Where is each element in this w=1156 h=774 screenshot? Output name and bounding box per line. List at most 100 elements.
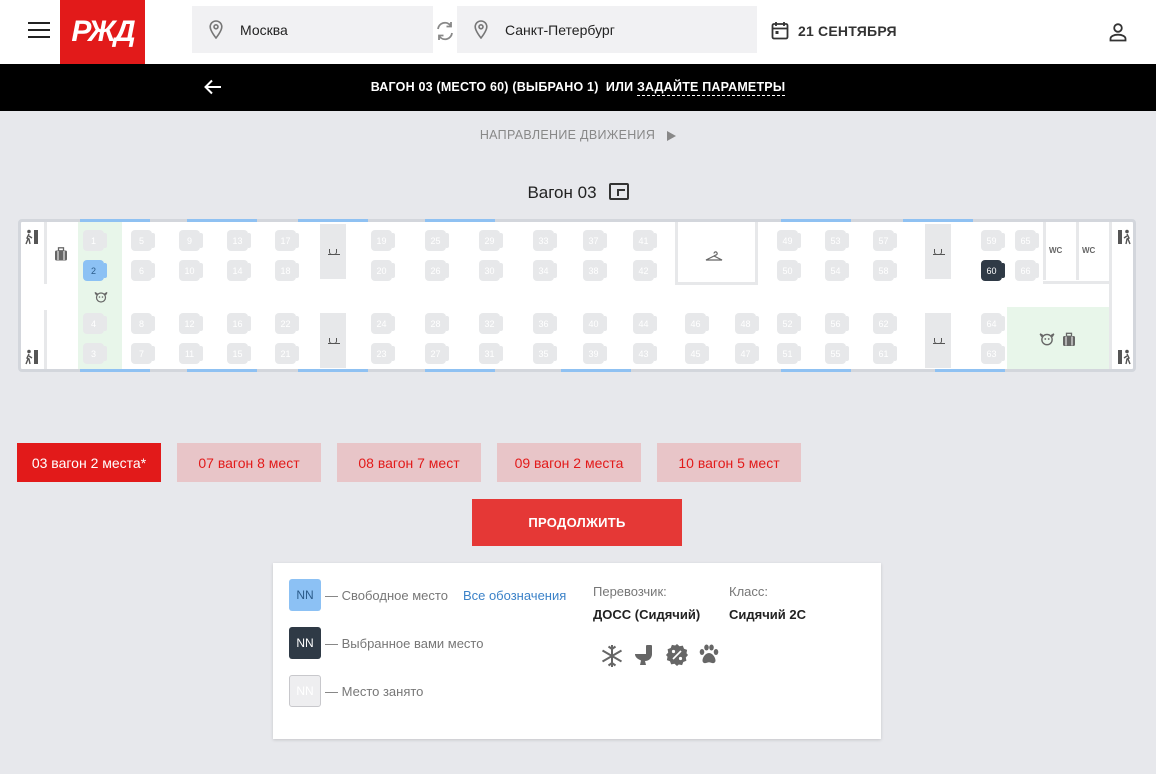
seat-40[interactable]: 40	[583, 313, 607, 334]
seat-47[interactable]: 47	[735, 343, 759, 364]
seat-34[interactable]: 34	[533, 260, 557, 281]
direction-arrow-icon	[667, 130, 677, 141]
seat-2[interactable]: 2	[83, 260, 107, 281]
seat-52[interactable]: 52	[777, 313, 801, 334]
seat-26[interactable]: 26	[425, 260, 449, 281]
seat-33[interactable]: 33	[533, 230, 557, 251]
pet-paw-icon	[698, 643, 720, 670]
seat-43[interactable]: 43	[633, 343, 657, 364]
seat-37[interactable]: 37	[583, 230, 607, 251]
seat-59[interactable]: 59	[981, 230, 1005, 251]
seat-32[interactable]: 32	[479, 313, 503, 334]
seat-9[interactable]: 9	[179, 230, 203, 251]
seat-49[interactable]: 49	[777, 230, 801, 251]
all-symbols-link[interactable]: Все обозначения	[463, 588, 566, 603]
to-station-field[interactable]: Санкт-Петербург	[457, 6, 757, 53]
seat-1[interactable]: 1	[83, 230, 107, 251]
seat-23[interactable]: 23	[371, 343, 395, 364]
seat-12[interactable]: 12	[179, 313, 203, 334]
menu-icon[interactable]	[28, 22, 50, 40]
seat-66[interactable]: 66	[1015, 260, 1039, 281]
location-pin-icon	[457, 20, 505, 39]
seat-36[interactable]: 36	[533, 313, 557, 334]
seat-15[interactable]: 15	[227, 343, 251, 364]
seat-17[interactable]: 17	[275, 230, 299, 251]
seat-24[interactable]: 24	[371, 313, 395, 334]
seat-58[interactable]: 58	[873, 260, 897, 281]
rzd-logo[interactable]: РЖД	[60, 0, 145, 64]
seat-48[interactable]: 48	[735, 313, 759, 334]
seat-35[interactable]: 35	[533, 343, 557, 364]
seat-60[interactable]: 60	[981, 260, 1005, 281]
seat-62[interactable]: 62	[873, 313, 897, 334]
seat-19[interactable]: 19	[371, 230, 395, 251]
seat-57[interactable]: 57	[873, 230, 897, 251]
seat-5[interactable]: 5	[131, 230, 155, 251]
seat-11[interactable]: 11	[179, 343, 203, 364]
seat-41[interactable]: 41	[633, 230, 657, 251]
window	[935, 369, 1005, 372]
seat-10[interactable]: 10	[179, 260, 203, 281]
seat-25[interactable]: 25	[425, 230, 449, 251]
user-icon[interactable]	[1108, 22, 1128, 47]
seat-27[interactable]: 27	[425, 343, 449, 364]
seat-65[interactable]: 65	[1015, 230, 1039, 251]
seat-61[interactable]: 61	[873, 343, 897, 364]
exit-icon	[25, 349, 39, 370]
seat-8[interactable]: 8	[131, 313, 155, 334]
window	[781, 369, 851, 372]
seat-46[interactable]: 46	[685, 313, 709, 334]
wall	[1043, 280, 1109, 284]
window	[298, 219, 368, 222]
wagon-tab[interactable]: 08 вагон 7 мест	[337, 443, 481, 482]
seat-6[interactable]: 6	[131, 260, 155, 281]
top-header: РЖД Москва Санкт-Петербург 21 СЕНТЯБРЯ	[0, 0, 1156, 64]
seat-63[interactable]: 63	[981, 343, 1005, 364]
wagon-tab[interactable]: 09 вагон 2 места	[497, 443, 641, 482]
seat-28[interactable]: 28	[425, 313, 449, 334]
seat-31[interactable]: 31	[479, 343, 503, 364]
toilet-icon	[633, 643, 655, 672]
wagon-tab[interactable]: 07 вагон 8 мест	[177, 443, 321, 482]
seat-56[interactable]: 56	[825, 313, 849, 334]
set-parameters-link[interactable]: ЗАДАЙТЕ ПАРАМЕТРЫ	[636, 80, 786, 96]
seat-55[interactable]: 55	[825, 343, 849, 364]
date-picker[interactable]: 21 СЕНТЯБРЯ	[771, 21, 897, 40]
wagon-tab[interactable]: 03 вагон 2 места*	[17, 443, 161, 482]
from-station-field[interactable]: Москва	[192, 6, 433, 53]
seat-42[interactable]: 42	[633, 260, 657, 281]
seat-50[interactable]: 50	[777, 260, 801, 281]
seat-64[interactable]: 64	[981, 313, 1005, 334]
scheme-toggle-icon[interactable]	[608, 183, 629, 200]
seat-18[interactable]: 18	[275, 260, 299, 281]
seat-20[interactable]: 20	[371, 260, 395, 281]
seat-51[interactable]: 51	[777, 343, 801, 364]
selected-seat-sample: NN	[289, 627, 321, 659]
seat-38[interactable]: 38	[583, 260, 607, 281]
seat-7[interactable]: 7	[131, 343, 155, 364]
seat-16[interactable]: 16	[227, 313, 251, 334]
seat-14[interactable]: 14	[227, 260, 251, 281]
seat-21[interactable]: 21	[275, 343, 299, 364]
seat-29[interactable]: 29	[479, 230, 503, 251]
seat-54[interactable]: 54	[825, 260, 849, 281]
seat-44[interactable]: 44	[633, 313, 657, 334]
seat-30[interactable]: 30	[479, 260, 503, 281]
window	[298, 369, 368, 372]
seat-4[interactable]: 4	[83, 313, 107, 334]
seat-13[interactable]: 13	[227, 230, 251, 251]
table-icon	[925, 313, 951, 368]
swap-icon[interactable]	[434, 20, 456, 42]
movement-direction: НАПРАВЛЕНИЕ ДВИЖЕНИЯ	[0, 128, 1156, 142]
wagon-tab[interactable]: 10 вагон 5 мест	[657, 443, 801, 482]
discount-icon	[665, 643, 689, 672]
seat-3[interactable]: 3	[83, 343, 107, 364]
seat-39[interactable]: 39	[583, 343, 607, 364]
seat-53[interactable]: 53	[825, 230, 849, 251]
continue-button[interactable]: ПРОДОЛЖИТЬ	[472, 499, 682, 546]
carrier-label: Перевозчик:	[593, 584, 667, 599]
exit-icon	[1117, 229, 1131, 250]
seat-45[interactable]: 45	[685, 343, 709, 364]
seat-22[interactable]: 22	[275, 313, 299, 334]
pet-luggage-zone	[1007, 307, 1109, 369]
